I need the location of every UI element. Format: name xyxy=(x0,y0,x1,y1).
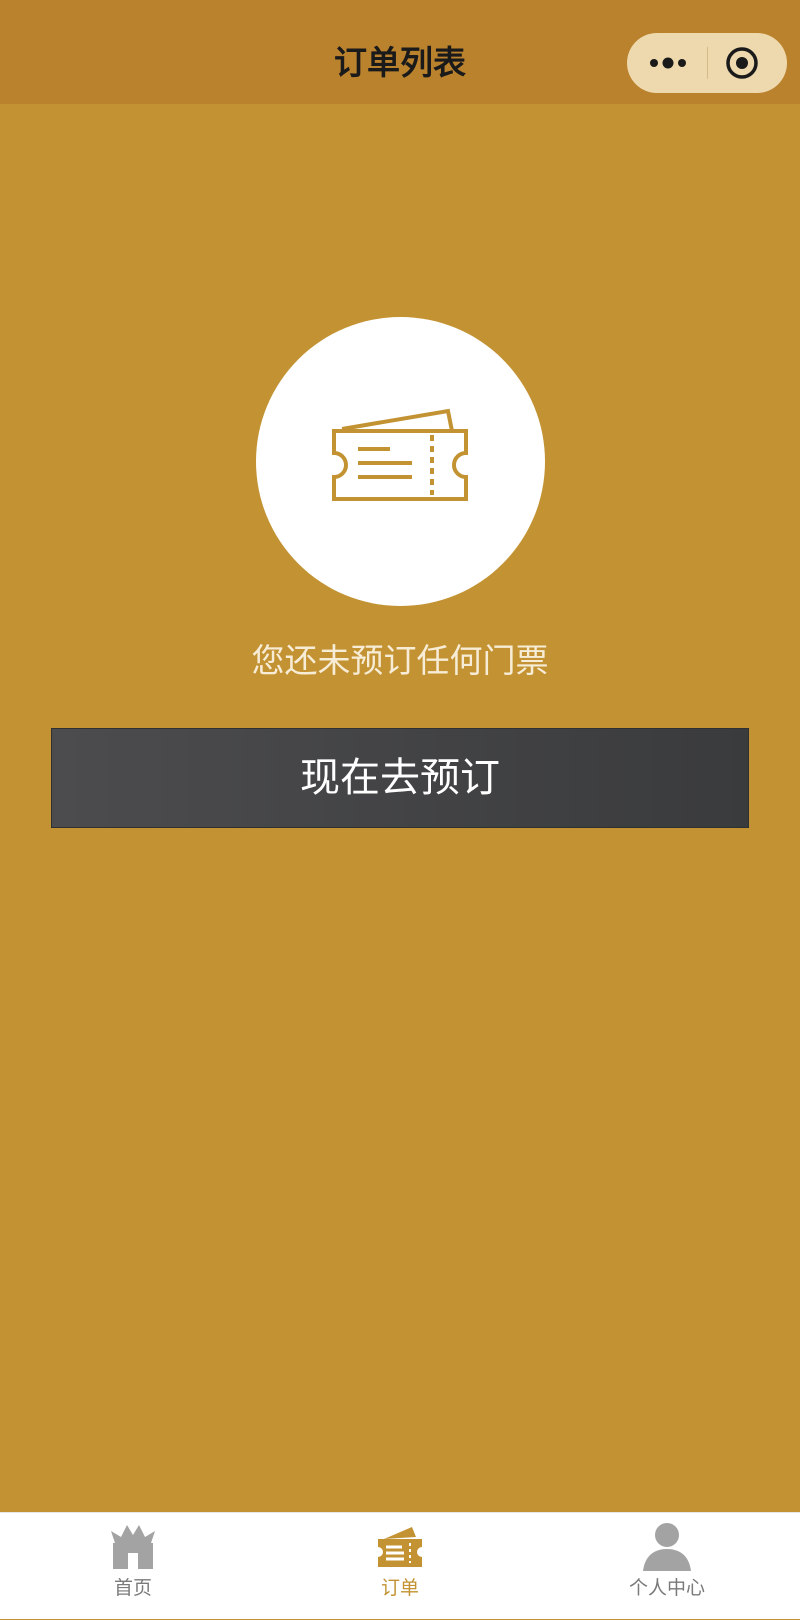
ticket-order-icon xyxy=(378,1527,422,1567)
tab-label-profile: 个人中心 xyxy=(628,1577,705,1599)
tab-profile[interactable]: 个人中心 xyxy=(534,1513,800,1620)
tab-home[interactable]: 首页 xyxy=(0,1513,266,1620)
tab-bar: 首页 订单 个人中心 xyxy=(0,1512,800,1619)
tab-label-orders: 订单 xyxy=(380,1577,419,1599)
target-circle-icon[interactable] xyxy=(725,46,759,80)
empty-state-message: 您还未预订任何门票 xyxy=(251,641,549,680)
person-icon xyxy=(643,1523,691,1571)
tab-orders[interactable]: 订单 xyxy=(267,1513,533,1620)
mini-program-capsule xyxy=(627,33,787,93)
tab-label-home: 首页 xyxy=(113,1577,152,1599)
empty-state-illustration xyxy=(256,317,545,606)
more-dots-icon[interactable] xyxy=(647,48,689,78)
capsule-divider xyxy=(707,47,708,79)
navigation-bar: 订单列表 xyxy=(0,0,800,104)
book-now-button[interactable]: 现在去预订 xyxy=(51,728,749,828)
temple-home-icon xyxy=(111,1525,155,1569)
ticket-icon xyxy=(332,408,468,501)
